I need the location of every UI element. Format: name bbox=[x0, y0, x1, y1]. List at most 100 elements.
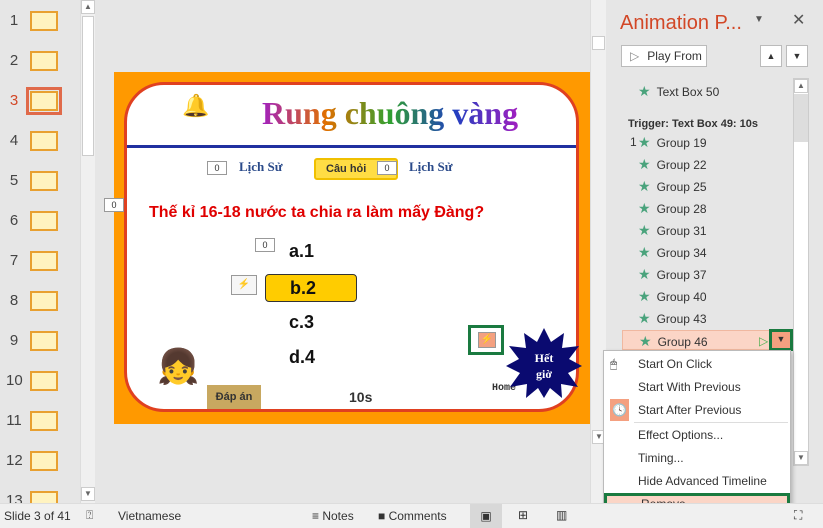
fit-slide-icon[interactable]: ⛶ bbox=[794, 508, 802, 523]
list-scrollbar[interactable]: ▲ ▼ bbox=[793, 78, 809, 466]
answer-button[interactable]: Đáp án bbox=[207, 385, 261, 409]
item-index: 1 bbox=[630, 135, 637, 149]
animation-item[interactable]: ★ Group 34 bbox=[622, 242, 794, 262]
item-label: Text Box 50 bbox=[656, 85, 720, 99]
scroll-down-button[interactable]: ▼ bbox=[794, 451, 808, 465]
scroll-thumb[interactable] bbox=[794, 94, 808, 142]
star-icon: ★ bbox=[638, 178, 651, 194]
star-icon: ★ bbox=[639, 333, 652, 349]
move-up-button[interactable]: ▲ bbox=[760, 45, 782, 67]
thumbnail-number: 3 bbox=[9, 92, 19, 109]
item-label: Group 25 bbox=[656, 180, 707, 194]
animation-item[interactable]: ★ Group 40 bbox=[622, 286, 794, 306]
animation-item[interactable]: 1 ★ Group 19 bbox=[622, 132, 794, 152]
menu-separator bbox=[634, 422, 788, 423]
scroll-thumb[interactable] bbox=[82, 16, 94, 156]
slide-thumbnail[interactable] bbox=[30, 371, 58, 391]
scroll-up-button[interactable]: ▲ bbox=[81, 0, 95, 14]
move-down-button[interactable]: ▼ bbox=[786, 45, 808, 67]
item-label: Group 19 bbox=[656, 136, 707, 150]
animation-item[interactable]: ★ Group 31 bbox=[622, 220, 794, 240]
menu-item-start-with-previous[interactable]: Start With Previous bbox=[604, 376, 790, 398]
animation-item[interactable]: ★ Group 43 bbox=[622, 308, 794, 328]
timeline-bar-icon: ▷ bbox=[759, 334, 769, 348]
play-from-button[interactable]: ▷ Play From bbox=[621, 45, 707, 67]
pane-options-chevron-icon[interactable]: ▼ bbox=[754, 14, 764, 25]
slide-thumbnail[interactable] bbox=[30, 411, 58, 431]
mouse-icon: 🖱 bbox=[610, 357, 618, 371]
thumbnail-number: 7 bbox=[9, 252, 19, 269]
close-icon[interactable]: ✕ bbox=[792, 10, 805, 30]
menu-item-start-after-previous[interactable]: 🕓 Start After Previous bbox=[604, 399, 790, 421]
question-label-text: Câu hỏi bbox=[326, 163, 367, 175]
menu-item-effect-options[interactable]: Effect Options... bbox=[604, 424, 790, 446]
slide-thumbnail[interactable] bbox=[30, 11, 58, 31]
slide-thumbnail[interactable] bbox=[30, 331, 58, 351]
counter-box[interactable]: 0 bbox=[255, 238, 275, 252]
slide-thumbnail[interactable] bbox=[30, 51, 58, 71]
play-from-label: Play From bbox=[647, 49, 702, 63]
subject-label: Lịch Sử bbox=[239, 159, 283, 174]
normal-view-icon[interactable]: ▣ bbox=[470, 504, 502, 528]
thumbnail-number: 8 bbox=[9, 292, 19, 309]
menu-item-timing[interactable]: Timing... bbox=[604, 447, 790, 469]
item-label: Group 40 bbox=[656, 290, 707, 304]
slide-thumbnail[interactable] bbox=[30, 451, 58, 471]
scroll-up-button[interactable]: ▲ bbox=[794, 79, 808, 93]
slide-thumbnail[interactable] bbox=[26, 87, 62, 115]
item-label: Group 31 bbox=[656, 224, 707, 238]
star-icon: ★ bbox=[638, 222, 651, 238]
spell-check-icon[interactable]: ⍰ bbox=[86, 508, 93, 523]
reading-view-icon[interactable]: ▥ bbox=[556, 508, 567, 522]
slide-thumbnail[interactable] bbox=[30, 171, 58, 191]
star-icon: ★ bbox=[638, 244, 651, 260]
counter-box[interactable]: 0 bbox=[104, 198, 124, 212]
animation-item[interactable]: ★ Group 37 bbox=[622, 264, 794, 284]
menu-item-hide-advanced-timeline[interactable]: Hide Advanced Timeline bbox=[604, 470, 790, 492]
animation-item[interactable]: ★ Text Box 50 bbox=[638, 81, 810, 101]
slide-thumbnail[interactable] bbox=[30, 131, 58, 151]
answer-b[interactable]: b.2 bbox=[265, 274, 357, 302]
item-label: Group 46 bbox=[657, 335, 708, 349]
notes-button[interactable]: ≡ Notes bbox=[312, 509, 354, 523]
scroll-down-button[interactable]: ▼ bbox=[81, 487, 95, 501]
comments-button[interactable]: ■ Comments bbox=[378, 509, 447, 523]
subject-label: Lịch Sử bbox=[409, 159, 453, 174]
scroll-thumb[interactable] bbox=[592, 36, 605, 50]
menu-item-label: Timing... bbox=[638, 451, 684, 465]
timeout-text: Hết giờ bbox=[534, 351, 554, 381]
answer-a[interactable]: a.1 bbox=[289, 241, 314, 262]
thumbnail-scrollbar[interactable]: ▲ ▼ bbox=[80, 0, 95, 503]
menu-item-label: Hide Advanced Timeline bbox=[638, 474, 767, 488]
animation-item[interactable]: ★ Group 46 ▷ ▼ bbox=[622, 329, 794, 351]
selected-trigger-highlight[interactable]: ⚡ bbox=[468, 325, 504, 355]
slide-sorter-icon[interactable]: ⊞ bbox=[518, 508, 528, 522]
trigger-lightning-icon[interactable]: ⚡ bbox=[231, 275, 257, 295]
animation-item[interactable]: ★ Group 28 bbox=[622, 198, 794, 218]
context-menu: 🖱 Start On Click Start With Previous 🕓 Start… bbox=[603, 350, 791, 520]
animation-item[interactable]: ★ Group 25 bbox=[622, 176, 794, 196]
slide-thumbnail[interactable] bbox=[30, 251, 58, 271]
star-icon: ★ bbox=[638, 134, 651, 150]
clock-icon: 🕓 bbox=[610, 399, 629, 421]
slide-thumbnail[interactable] bbox=[30, 291, 58, 311]
star-icon: ★ bbox=[638, 83, 651, 99]
item-label: Group 22 bbox=[656, 158, 707, 172]
menu-item-label: Start After Previous bbox=[638, 403, 742, 417]
star-icon: ★ bbox=[638, 310, 651, 326]
slide-thumbnail[interactable] bbox=[30, 211, 58, 231]
counter-box[interactable]: 0 bbox=[377, 161, 397, 175]
girl-character-icon: 👧 bbox=[157, 348, 200, 386]
timer-text: 10s bbox=[349, 389, 373, 405]
answer-c[interactable]: c.3 bbox=[289, 312, 314, 333]
answer-d[interactable]: d.4 bbox=[289, 347, 315, 368]
menu-item-start-on-click[interactable]: 🖱 Start On Click bbox=[604, 353, 790, 375]
counter-box[interactable]: 0 bbox=[207, 161, 227, 175]
item-dropdown-button[interactable]: ▼ bbox=[769, 329, 793, 351]
language[interactable]: Vietnamese bbox=[118, 509, 181, 523]
item-label: Group 43 bbox=[656, 312, 707, 326]
slide-canvas[interactable]: 🔔 Rung chuông vàng 0 Lịch Sử Câu hỏi 0 L… bbox=[114, 72, 590, 424]
animation-item[interactable]: ★ Group 22 bbox=[622, 154, 794, 174]
thumbnail-number: 1 bbox=[9, 12, 19, 29]
menu-item-label: Start On Click bbox=[638, 357, 713, 371]
